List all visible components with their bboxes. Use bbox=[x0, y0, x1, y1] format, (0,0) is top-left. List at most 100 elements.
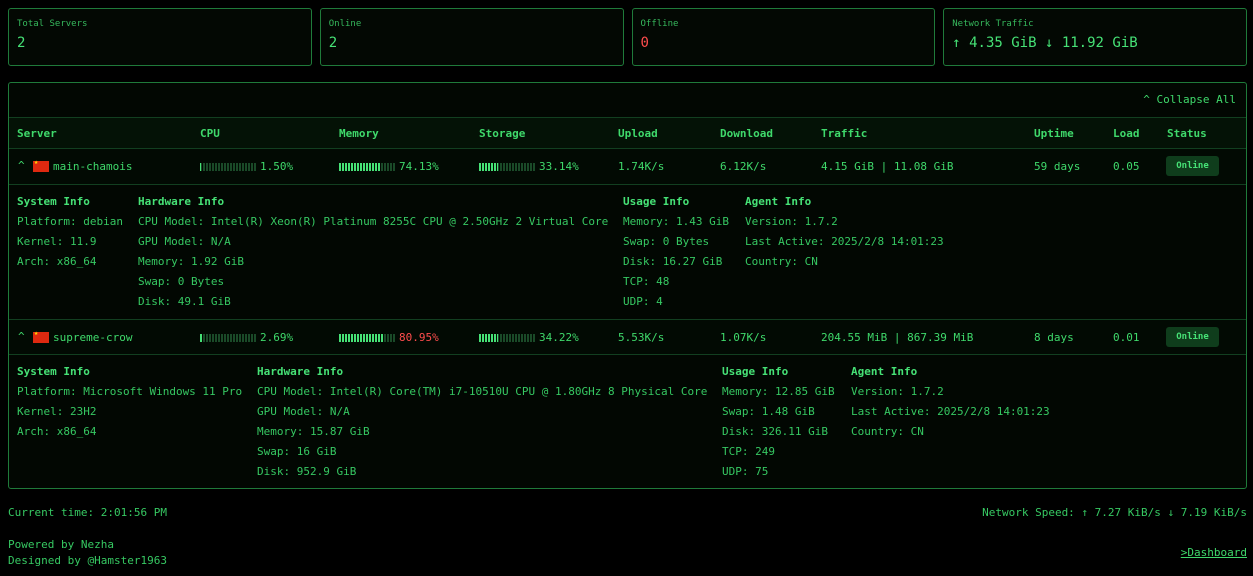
powered-by: Powered by Nezha bbox=[8, 538, 114, 551]
online-value: 2 bbox=[328, 35, 338, 51]
col-server[interactable]: Server bbox=[17, 127, 57, 140]
server-row-main-chamois[interactable]: ^ main-chamois 1.50% 74.13% 33.14% 1.74K… bbox=[9, 149, 1246, 185]
detail-line: UDP: 4 bbox=[623, 295, 663, 308]
total-servers-label: Total Servers bbox=[17, 19, 88, 29]
col-cpu[interactable]: CPU bbox=[200, 127, 220, 140]
detail-line: Last Active: 2025/2/8 14:01:23 bbox=[851, 405, 1050, 418]
traffic-value: 4.15 GiB | 11.08 GiB bbox=[821, 160, 954, 173]
detail-line: UDP: 75 bbox=[722, 465, 769, 478]
load-value: 0.05 bbox=[1113, 160, 1140, 173]
download-value: 6.12K/s bbox=[720, 160, 767, 173]
hardware-info: Hardware Info CPU Model: Intel(R) Xeon(R… bbox=[138, 195, 608, 315]
detail-line: Memory: 12.85 GiB bbox=[722, 385, 835, 398]
storage-value: 33.14% bbox=[539, 160, 579, 173]
china-flag-icon bbox=[33, 329, 49, 343]
network-traffic-value: ↑ 4.35 GiB ↓ 11.92 GiB bbox=[952, 35, 1138, 51]
download-value: 1.07K/s bbox=[720, 331, 767, 344]
detail-line: Kernel: 23H2 bbox=[17, 405, 97, 418]
status-badge: Online bbox=[1166, 327, 1219, 347]
storage-bar bbox=[479, 163, 535, 171]
detail-line: Kernel: 11.9 bbox=[17, 235, 97, 248]
network-speed: Network Speed: ↑ 7.27 KiB/s ↓ 7.19 KiB/s bbox=[982, 506, 1247, 519]
detail-line: Country: CN bbox=[745, 255, 818, 268]
memory-value: 74.13% bbox=[399, 160, 439, 173]
system-info-title: System Info bbox=[17, 195, 90, 208]
agent-info: Agent Info Version: 1.7.2 Last Active: 2… bbox=[851, 365, 1050, 445]
col-memory[interactable]: Memory bbox=[339, 127, 379, 140]
detail-line: Memory: 15.87 GiB bbox=[257, 425, 370, 438]
detail-line: Last Active: 2025/2/8 14:01:23 bbox=[745, 235, 944, 248]
detail-line: GPU Model: N/A bbox=[257, 405, 350, 418]
hardware-info: Hardware Info CPU Model: Intel(R) Core(T… bbox=[257, 365, 707, 485]
detail-line: Swap: 16 GiB bbox=[257, 445, 337, 458]
collapse-all-button[interactable]: ^ Collapse All bbox=[1143, 93, 1236, 106]
detail-line: Memory: 1.43 GiB bbox=[623, 215, 729, 228]
detail-line: Platform: Microsoft Windows 11 Pro bbox=[17, 385, 243, 398]
detail-line: TCP: 249 bbox=[722, 445, 775, 458]
usage-info: Usage Info Memory: 12.85 GiB Swap: 1.48 … bbox=[722, 365, 835, 485]
online-card: Online 2 bbox=[319, 8, 624, 66]
detail-line: Memory: 1.92 GiB bbox=[138, 255, 244, 268]
hardware-info-title: Hardware Info bbox=[257, 365, 344, 378]
uptime-value: 59 days bbox=[1034, 160, 1081, 173]
detail-line: Version: 1.7.2 bbox=[851, 385, 944, 398]
status-badge: Online bbox=[1166, 156, 1219, 176]
current-time: Current time: 2:01:56 PM bbox=[8, 506, 167, 519]
col-uptime[interactable]: Uptime bbox=[1034, 127, 1074, 140]
agent-info-title: Agent Info bbox=[851, 365, 918, 378]
usage-info-title: Usage Info bbox=[722, 365, 789, 378]
cpu-value: 1.50% bbox=[260, 160, 294, 173]
cpu-value: 2.69% bbox=[260, 331, 294, 344]
expand-caret-icon[interactable]: ^ bbox=[18, 330, 25, 343]
cpu-bar bbox=[200, 163, 256, 171]
total-servers-card: Total Servers 2 bbox=[8, 8, 312, 66]
storage-value: 34.22% bbox=[539, 331, 579, 344]
network-traffic-card: Network Traffic ↑ 4.35 GiB ↓ 11.92 GiB bbox=[943, 8, 1247, 66]
server-name: supreme-crow bbox=[53, 331, 133, 344]
expand-caret-icon[interactable]: ^ bbox=[18, 159, 25, 172]
usage-info: Usage Info Memory: 1.43 GiB Swap: 0 Byte… bbox=[623, 195, 729, 315]
col-load[interactable]: Load bbox=[1113, 127, 1140, 140]
uptime-value: 8 days bbox=[1034, 331, 1074, 344]
dashboard-link[interactable]: >Dashboard bbox=[1181, 546, 1247, 559]
designed-by: Designed by @Hamster1963 bbox=[8, 554, 167, 567]
memory-value: 80.95% bbox=[399, 331, 439, 344]
detail-line: Swap: 1.48 GiB bbox=[722, 405, 815, 418]
online-label: Online bbox=[328, 19, 362, 29]
detail-line: CPU Model: Intel(R) Core(TM) i7-10510U C… bbox=[257, 385, 708, 398]
agent-info: Agent Info Version: 1.7.2 Last Active: 2… bbox=[745, 195, 944, 275]
table-header: Server CPU Memory Storage Upload Downloa… bbox=[9, 117, 1246, 149]
offline-value: 0 bbox=[640, 35, 649, 51]
detail-line: Swap: 0 Bytes bbox=[623, 235, 710, 248]
upload-value: 5.53K/s bbox=[618, 331, 665, 344]
total-servers-value: 2 bbox=[17, 35, 26, 51]
system-info: System Info Platform: Microsoft Windows … bbox=[17, 365, 242, 445]
detail-line: Disk: 16.27 GiB bbox=[623, 255, 723, 268]
network-traffic-label: Network Traffic bbox=[952, 19, 1034, 29]
detail-line: Disk: 952.9 GiB bbox=[257, 465, 357, 478]
col-download[interactable]: Download bbox=[720, 127, 773, 140]
col-traffic[interactable]: Traffic bbox=[821, 127, 867, 140]
cpu-bar bbox=[200, 334, 256, 342]
memory-bar bbox=[339, 334, 395, 342]
system-info-title: System Info bbox=[17, 365, 90, 378]
detail-line: Swap: 0 Bytes bbox=[138, 275, 225, 288]
col-status[interactable]: Status bbox=[1167, 127, 1207, 140]
storage-bar bbox=[479, 334, 535, 342]
detail-line: Arch: x86_64 bbox=[17, 425, 97, 438]
system-info: System Info Platform: debian Kernel: 11.… bbox=[17, 195, 123, 275]
detail-line: Country: CN bbox=[851, 425, 924, 438]
detail-line: CPU Model: Intel(R) Xeon(R) Platinum 825… bbox=[138, 215, 609, 228]
server-row-supreme-crow[interactable]: ^ supreme-crow 2.69% 80.95% 34.22% 5.53K… bbox=[9, 319, 1246, 355]
col-storage[interactable]: Storage bbox=[479, 127, 525, 140]
usage-info-title: Usage Info bbox=[623, 195, 690, 208]
upload-value: 1.74K/s bbox=[618, 160, 665, 173]
detail-line: TCP: 48 bbox=[623, 275, 670, 288]
load-value: 0.01 bbox=[1113, 331, 1140, 344]
offline-card: Offline 0 bbox=[631, 8, 936, 66]
summary-cards: Total Servers 2 Online 2 Offline 0 Netwo… bbox=[8, 8, 1247, 66]
col-upload[interactable]: Upload bbox=[618, 127, 658, 140]
memory-bar bbox=[339, 163, 395, 171]
server-table-panel: ^ Collapse All Server CPU Memory Storage… bbox=[8, 82, 1247, 489]
hardware-info-title: Hardware Info bbox=[138, 195, 225, 208]
